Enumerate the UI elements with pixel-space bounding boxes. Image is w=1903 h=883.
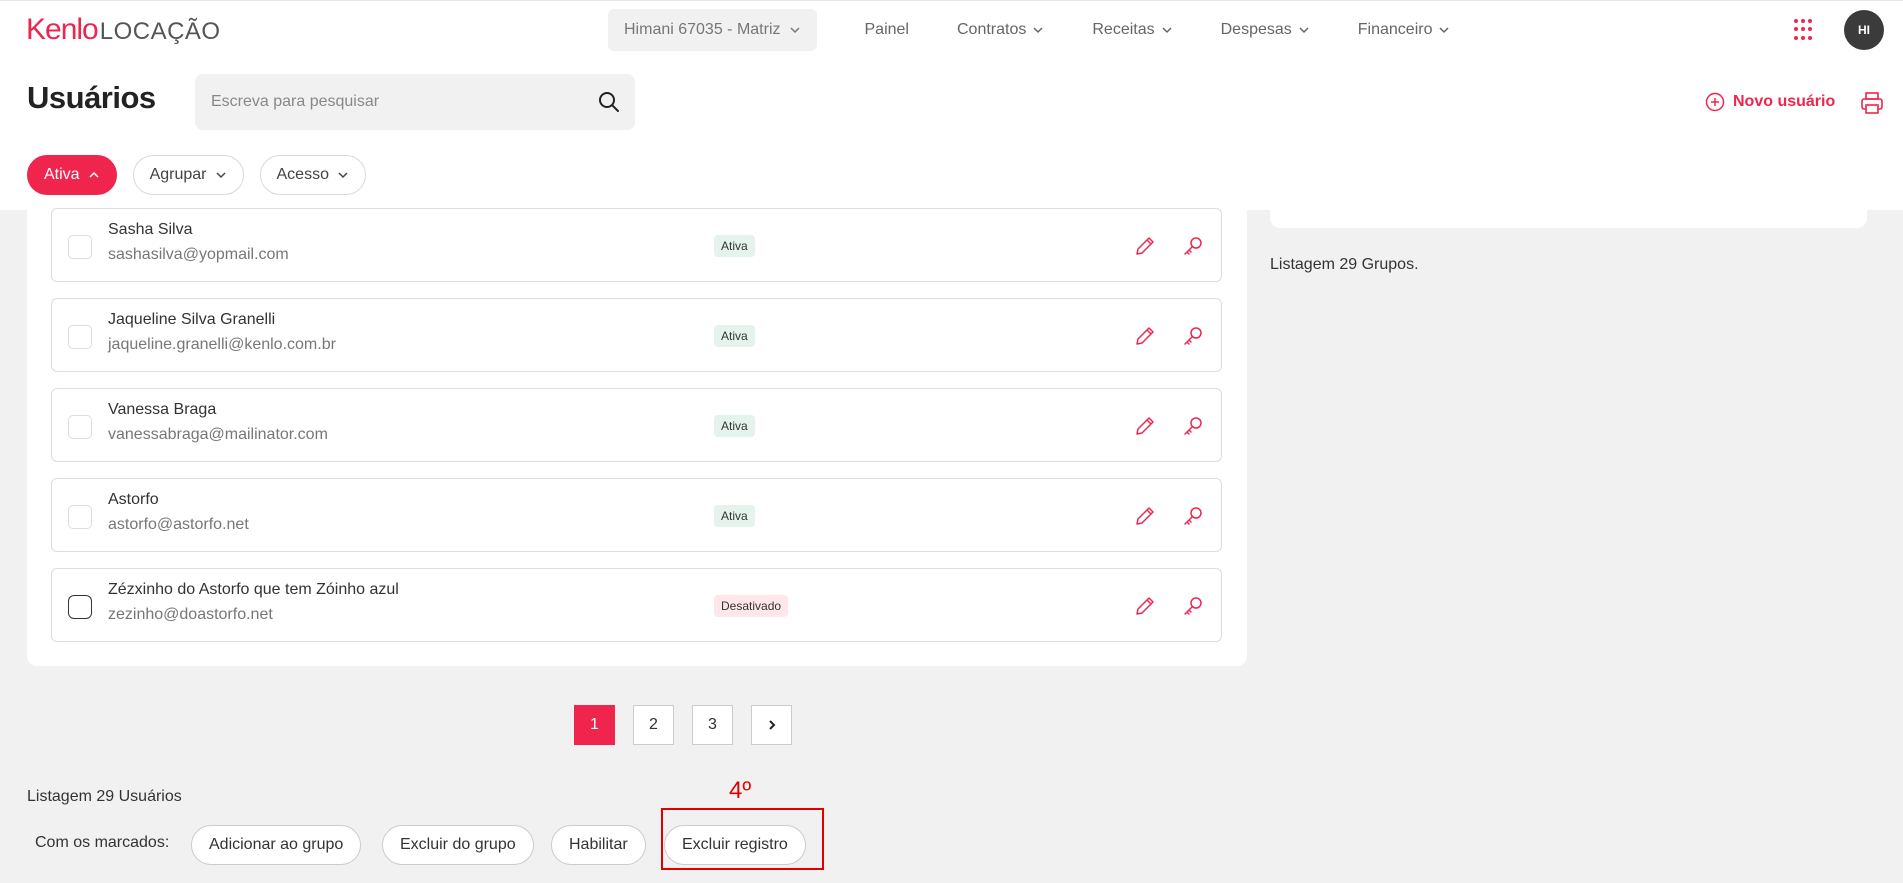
chevron-down-icon [1299,27,1309,34]
pencil-icon[interactable] [1133,504,1157,528]
nav-item-financeiro[interactable]: Financeiro [1358,9,1451,51]
bulk-actions-label: Com os marcados: [35,834,170,851]
key-icon[interactable] [1181,324,1205,348]
filter-agrupar[interactable]: Agrupar [132,155,244,195]
printer-icon[interactable] [1859,90,1885,116]
kenlo-logo[interactable]: Kenlo LOCAÇÃO [26,13,221,47]
remove-from-group-button[interactable]: Excluir do grupo [382,825,534,865]
filter-label: Ativa [44,166,80,183]
user-name: Vanessa Braga [108,401,217,418]
pencil-icon[interactable] [1133,594,1157,618]
filter-bar: Ativa Agrupar Acesso [27,155,366,195]
filter-label: Acesso [276,166,329,183]
chevron-down-icon [1439,27,1449,34]
annotation-step-label: 4º [729,777,752,804]
nav-item-despesas[interactable]: Despesas [1221,9,1310,51]
user-list: Sasha Silva sashasilva@yopmail.com Ativa… [27,208,1247,666]
user-email: astorfo@astorfo.net [108,516,249,533]
search-box [195,74,635,130]
search-icon[interactable] [597,90,621,114]
plus-circle-icon [1705,92,1725,112]
annotation-highlight-box [661,808,824,870]
chevron-up-icon [89,171,99,178]
row-checkbox[interactable] [68,325,92,349]
page-button-2[interactable]: 2 [633,705,674,745]
logo-brand-text: Kenlo [26,13,99,46]
page-button-3[interactable]: 3 [692,705,733,745]
page-button-1[interactable]: 1 [574,705,615,745]
chevron-right-icon [768,720,775,730]
user-name: Jaqueline Silva Granelli [108,311,276,328]
user-name: Sasha Silva [108,221,193,238]
list-item[interactable]: Sasha Silva sashasilva@yopmail.com Ativa [51,208,1222,282]
list-item[interactable]: Jaqueline Silva Granelli jaqueline.grane… [51,298,1222,372]
status-badge: Ativa [714,505,755,527]
key-icon[interactable] [1181,504,1205,528]
company-selector-label: Himani 67035 - Matriz [624,21,781,38]
user-name: Zézxinho do Astorfo que tem Zóinho azul [108,581,399,598]
row-checkbox[interactable] [68,415,92,439]
add-to-group-button[interactable]: Adicionar ao grupo [191,825,362,865]
groups-count: Listagem 29 Grupos. [1270,256,1419,273]
user-email: sashasilva@yopmail.com [108,246,289,263]
key-icon[interactable] [1181,414,1205,438]
nav-item-label: Financeiro [1357,21,1433,38]
next-page-button[interactable] [751,705,792,745]
user-name: Astorfo [108,491,159,508]
chevron-down-icon [1162,27,1172,34]
pencil-icon[interactable] [1133,414,1157,438]
nav-item-painel[interactable]: Painel [865,9,909,51]
nav-item-contratos[interactable]: Contratos [957,9,1044,51]
users-count: Listagem 29 Usuários [27,788,182,805]
new-user-label: Novo usuário [1733,93,1836,110]
status-badge: Ativa [714,235,755,257]
filter-label: Agrupar [149,166,207,183]
user-email: zezinho@doastorfo.net [108,606,273,623]
nav-item-label: Contratos [956,21,1027,38]
page-title: Usuários [27,80,156,115]
nav-item-receitas[interactable]: Receitas [1092,9,1172,51]
enable-button[interactable]: Habilitar [551,825,646,865]
status-badge: Desativado [714,595,789,617]
pencil-icon[interactable] [1133,324,1157,348]
key-icon[interactable] [1181,234,1205,258]
row-checkbox[interactable] [68,505,92,529]
chevron-down-icon [789,27,800,34]
row-checkbox[interactable] [68,595,92,619]
pagination: 1 2 3 [574,705,792,745]
nav-item-label: Receitas [1092,21,1155,38]
filter-ativa[interactable]: Ativa [27,155,117,195]
row-checkbox[interactable] [68,235,92,259]
search-input[interactable] [211,74,591,130]
groups-panel [1270,210,1867,228]
main-nav: Himani 67035 - Matriz Painel Contratos R… [608,9,1450,51]
avatar[interactable]: HI [1844,10,1884,50]
chevron-down-icon [1033,27,1043,34]
key-icon[interactable] [1181,594,1205,618]
pencil-icon[interactable] [1133,234,1157,258]
chevron-down-icon [338,172,348,179]
status-badge: Ativa [714,325,755,347]
top-bar: Kenlo LOCAÇÃO Himani 67035 - Matriz Pain… [0,0,1903,58]
page-header: Usuários Novo usuário Ativa Agrupar Ace [0,58,1903,210]
list-item[interactable]: Zézxinho do Astorfo que tem Zóinho azul … [51,568,1222,642]
filter-acesso[interactable]: Acesso [259,155,366,195]
user-email: jaqueline.granelli@kenlo.com.br [108,336,336,353]
chevron-down-icon [215,172,226,179]
logo-product-text: LOCAÇÃO [99,18,221,45]
nav-item-label: Despesas [1220,21,1292,38]
grid-dots-icon[interactable] [1794,19,1816,41]
list-item[interactable]: Vanessa Braga vanessabraga@mailinator.co… [51,388,1222,462]
company-selector[interactable]: Himani 67035 - Matriz [608,9,817,51]
user-email: vanessabraga@mailinator.com [108,426,328,443]
list-item[interactable]: Astorfo astorfo@astorfo.net Ativa [51,478,1222,552]
status-badge: Ativa [714,415,755,437]
nav-item-label: Painel [864,21,909,38]
new-user-button[interactable]: Novo usuário [1705,92,1835,112]
